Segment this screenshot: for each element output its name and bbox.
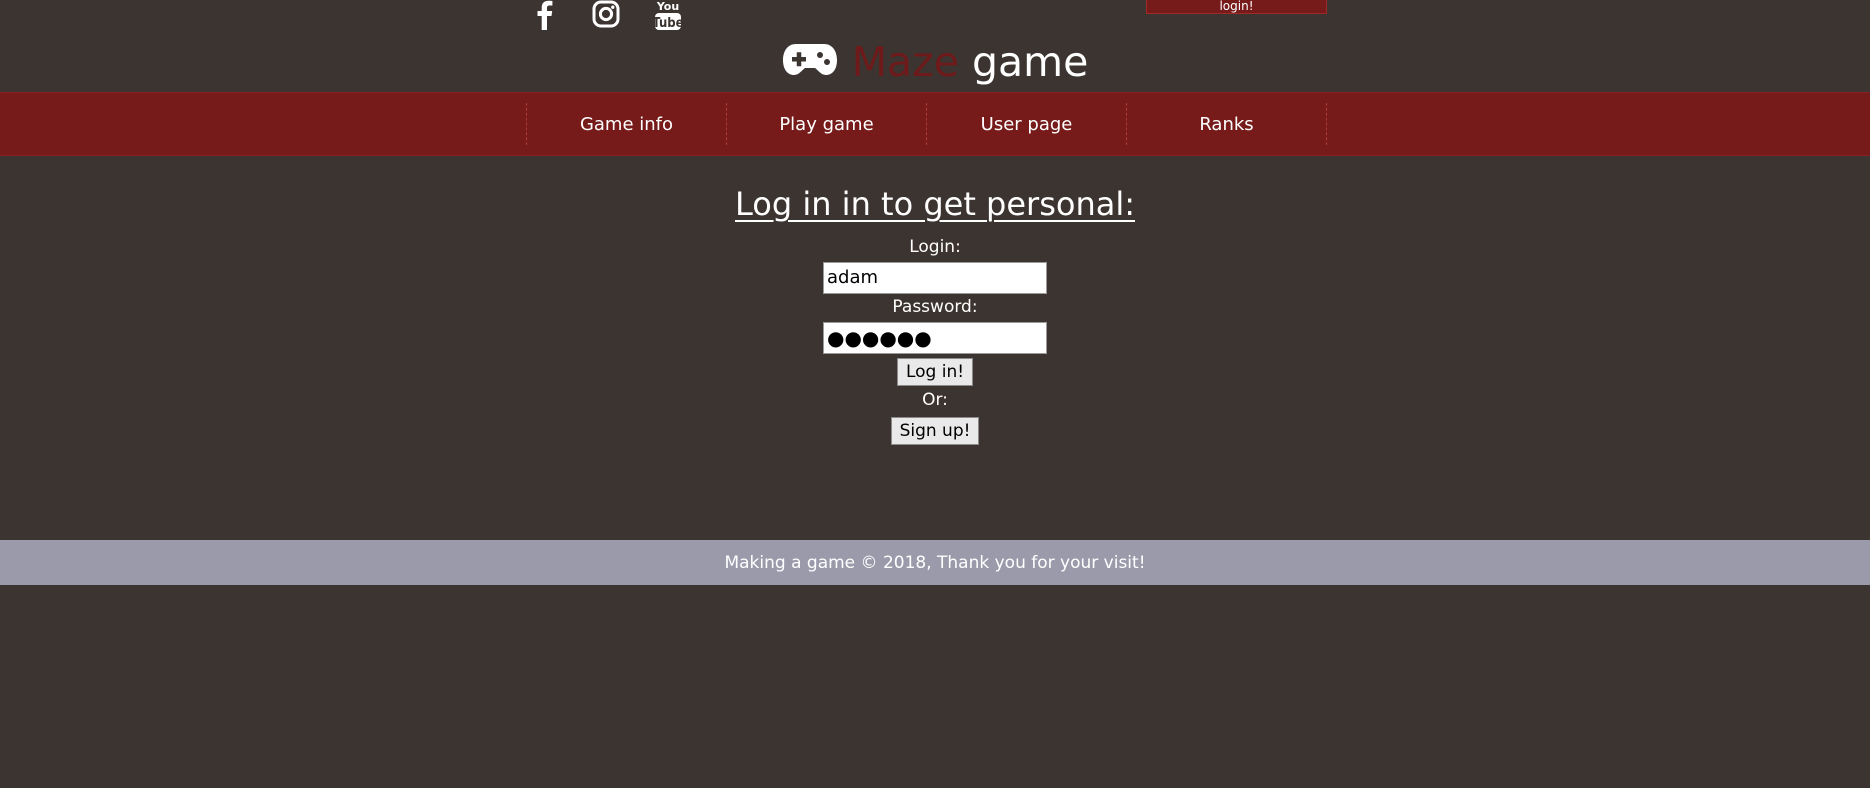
password-input[interactable]: ●●●●●● xyxy=(823,322,1047,354)
nav-item-play-game[interactable]: Play game xyxy=(726,103,926,145)
page: You Tube login! Maze game Game info Play… xyxy=(0,0,1870,788)
footer: Making a game © 2018, Thank you for your… xyxy=(0,540,1870,585)
nav-item-ranks[interactable]: Ranks xyxy=(1126,103,1327,145)
main-nav: Game info Play game User page Ranks xyxy=(0,92,1870,156)
nav-item-game-info[interactable]: Game info xyxy=(526,103,726,145)
facebook-icon[interactable] xyxy=(527,0,561,32)
youtube-icon[interactable]: You Tube xyxy=(651,0,685,32)
signup-button[interactable]: Sign up! xyxy=(890,417,980,445)
social-links: You Tube xyxy=(527,0,685,32)
password-label: Password: xyxy=(892,297,978,317)
instagram-icon[interactable] xyxy=(589,0,623,32)
login-label: Login: xyxy=(909,237,961,257)
header-login-link[interactable]: login! xyxy=(1146,0,1327,14)
or-text: Or: xyxy=(922,390,948,410)
nav-item-user-page[interactable]: User page xyxy=(926,103,1126,145)
footer-text: Making a game © 2018, Thank you for your… xyxy=(724,552,1146,573)
logo-word-maze: Maze xyxy=(851,38,959,86)
gamepad-icon xyxy=(782,36,838,88)
form-title: Log in in to get personal: xyxy=(735,185,1135,223)
svg-text:Tube: Tube xyxy=(653,16,683,31)
login-form: Log in in to get personal: Login: adam P… xyxy=(0,182,1870,445)
site-logo[interactable]: Maze game xyxy=(0,36,1870,88)
login-input[interactable]: adam xyxy=(823,262,1047,294)
svg-text:You: You xyxy=(656,0,679,13)
logo-word-game: game xyxy=(971,38,1089,86)
login-button[interactable]: Log in! xyxy=(896,358,974,386)
